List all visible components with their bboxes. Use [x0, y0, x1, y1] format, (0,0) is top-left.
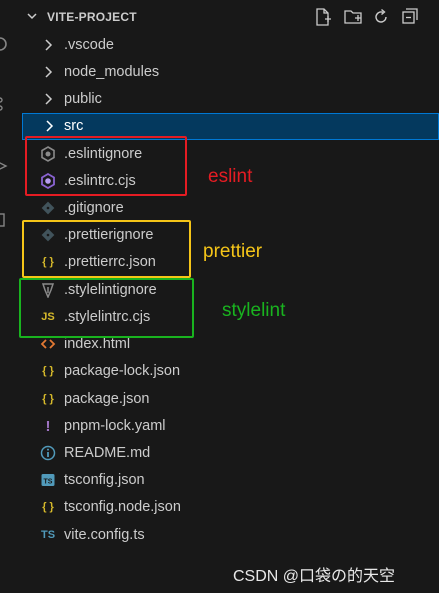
chevron-right-icon [46, 120, 54, 132]
git-icon [41, 201, 55, 215]
chevron-down-icon[interactable] [26, 10, 38, 22]
explorer-header[interactable]: VITE-PROJECT [16, 0, 439, 32]
tree-item-folder[interactable]: node_modules [22, 59, 439, 86]
info-icon [40, 445, 56, 461]
tree-item-file[interactable]: ! pnpm-lock.yaml [22, 413, 439, 440]
chevron-right-icon [45, 93, 53, 105]
tree-item-label: .gitignore [64, 200, 124, 216]
run-debug-icon[interactable] [0, 158, 8, 174]
json-braces-icon: { } [42, 365, 54, 377]
tree-item-folder[interactable]: public [22, 86, 439, 113]
tree-item-file[interactable]: { } package-lock.json [22, 358, 439, 385]
tree-item-file[interactable]: .gitignore [22, 195, 439, 222]
tree-item-label: public [64, 91, 102, 107]
tree-item-label: README.md [64, 445, 151, 461]
eslint-annotation: eslint [208, 166, 253, 187]
prettier-highlight-box [22, 220, 191, 278]
html-icon [40, 339, 56, 349]
tsconfig-icon: TS [41, 474, 55, 486]
tree-item-file[interactable]: TS vite.config.ts [22, 522, 439, 549]
collapse-all-icon[interactable] [400, 7, 420, 27]
tree-item-label: vite.config.ts [64, 527, 145, 543]
tree-item-label: pnpm-lock.yaml [64, 418, 166, 434]
tree-item-file[interactable]: TS tsconfig.json [22, 467, 439, 494]
search-icon[interactable] [0, 36, 8, 52]
chevron-right-icon [45, 66, 53, 78]
svg-text:TS: TS [44, 479, 53, 486]
json-braces-icon: { } [42, 501, 54, 513]
prettier-annotation: prettier [203, 241, 263, 262]
yaml-exclamation-icon: ! [45, 418, 51, 435]
tree-item-label: package.json [64, 391, 150, 407]
tree-item-label: package-lock.json [64, 363, 181, 379]
stylelint-highlight-box [19, 278, 194, 338]
project-title: VITE-PROJECT [47, 10, 137, 24]
tree-item-folder[interactable]: .vscode [22, 32, 439, 59]
source-control-icon[interactable] [0, 96, 8, 112]
tree-item-label: .vscode [64, 37, 114, 53]
extensions-icon[interactable] [0, 212, 8, 228]
new-folder-icon[interactable] [343, 7, 363, 27]
chevron-right-icon [45, 39, 53, 51]
eslint-highlight-box [25, 136, 187, 196]
stylelint-annotation: stylelint [222, 300, 286, 321]
new-file-icon[interactable] [313, 7, 333, 27]
tree-item-file[interactable]: { } package.json [22, 386, 439, 413]
tree-item-label: node_modules [64, 64, 160, 80]
ts-icon: TS [40, 529, 56, 541]
watermark: CSDN @口袋の的天空 [233, 568, 396, 585]
activity-bar [0, 0, 16, 593]
tree-item-label: tsconfig.json [64, 472, 145, 488]
tree-item-label: tsconfig.node.json [64, 499, 181, 515]
refresh-icon[interactable] [371, 7, 391, 27]
tree-item-file[interactable]: README.md [22, 440, 439, 467]
tree-item-file[interactable]: { } tsconfig.node.json [22, 494, 439, 521]
json-braces-icon: { } [42, 393, 54, 405]
